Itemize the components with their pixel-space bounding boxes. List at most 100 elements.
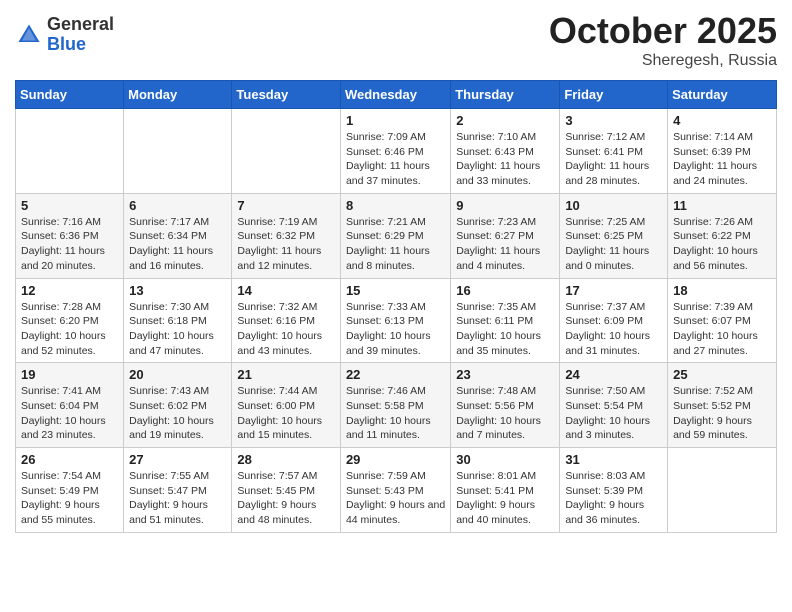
daylight-text: Daylight: 9 hours and 36 minutes. <box>565 499 644 526</box>
day-info: Sunrise: 8:01 AMSunset: 5:41 PMDaylight:… <box>456 469 554 528</box>
sunrise-text: Sunrise: 7:50 AM <box>565 385 645 397</box>
sunset-text: Sunset: 6:18 PM <box>129 315 207 327</box>
calendar-cell: 14 Sunrise: 7:32 AMSunset: 6:16 PMDayligh… <box>232 278 341 363</box>
day-number: 24 <box>565 367 662 382</box>
sunrise-text: Sunrise: 7:46 AM <box>346 385 426 397</box>
day-number: 15 <box>346 283 445 298</box>
sunrise-text: Sunrise: 7:14 AM <box>673 131 753 143</box>
sunset-text: Sunset: 6:46 PM <box>346 146 424 158</box>
sunrise-text: Sunrise: 7:55 AM <box>129 470 209 482</box>
sunrise-text: Sunrise: 7:57 AM <box>237 470 317 482</box>
calendar-week-row: 5Sunrise: 7:16 AMSunset: 6:36 PMDaylight… <box>16 193 777 278</box>
day-number: 4 <box>673 113 771 128</box>
col-thursday: Thursday <box>451 81 560 109</box>
day-info: Sunrise: 7:28 AMSunset: 6:20 PMDaylight:… <box>21 300 118 359</box>
day-info: Sunrise: 7:21 AMSunset: 6:29 PMDaylight:… <box>346 215 445 274</box>
day-number: 27 <box>129 452 226 467</box>
calendar-cell: 5Sunrise: 7:16 AMSunset: 6:36 PMDaylight… <box>16 193 124 278</box>
calendar-cell: 1Sunrise: 7:09 AMSunset: 6:46 PMDaylight… <box>340 109 450 194</box>
day-info: Sunrise: 7:30 AMSunset: 6:18 PMDaylight:… <box>129 300 226 359</box>
sunrise-text: Sunrise: 7:10 AM <box>456 131 536 143</box>
sunset-text: Sunset: 5:58 PM <box>346 400 424 412</box>
calendar-header-row: Sunday Monday Tuesday Wednesday Thursday… <box>16 81 777 109</box>
sunrise-text: Sunrise: 7:09 AM <box>346 131 426 143</box>
day-number: 14 <box>237 283 335 298</box>
daylight-text: Daylight: 10 hours and 39 minutes. <box>346 330 431 357</box>
sunset-text: Sunset: 6:07 PM <box>673 315 751 327</box>
sunset-text: Sunset: 6:43 PM <box>456 146 534 158</box>
day-number: 31 <box>565 452 662 467</box>
day-info: Sunrise: 7:35 AMSunset: 6:11 PMDaylight:… <box>456 300 554 359</box>
day-number: 25 <box>673 367 771 382</box>
sunset-text: Sunset: 6:29 PM <box>346 230 424 242</box>
daylight-text: Daylight: 10 hours and 35 minutes. <box>456 330 541 357</box>
daylight-text: Daylight: 10 hours and 31 minutes. <box>565 330 650 357</box>
sunrise-text: Sunrise: 8:03 AM <box>565 470 645 482</box>
sunset-text: Sunset: 6:04 PM <box>21 400 99 412</box>
calendar-cell <box>124 109 232 194</box>
day-info: Sunrise: 7:57 AMSunset: 5:45 PMDaylight:… <box>237 469 335 528</box>
day-number: 22 <box>346 367 445 382</box>
day-number: 17 <box>565 283 662 298</box>
sunset-text: Sunset: 6:09 PM <box>565 315 643 327</box>
daylight-text: Daylight: 9 hours and 55 minutes. <box>21 499 100 526</box>
calendar-cell: 4 Sunrise: 7:14 AM Sunset: 6:39 PM Daylight… <box>668 109 777 194</box>
calendar-cell: 12Sunrise: 7:28 AMSunset: 6:20 PMDayligh… <box>16 278 124 363</box>
day-info: Sunrise: 7:12 AMSunset: 6:41 PMDaylight:… <box>565 130 662 189</box>
month-title: October 2025 <box>549 10 777 52</box>
calendar-cell: 24Sunrise: 7:50 AMSunset: 5:54 PMDayligh… <box>560 363 668 448</box>
day-number: 13 <box>129 283 226 298</box>
daylight-text: Daylight: 10 hours and 19 minutes. <box>129 415 214 442</box>
daylight-text: Daylight: 11 hours and 12 minutes. <box>237 245 321 272</box>
calendar-cell: 22 Sunrise: 7:46 AM Sunset: 5:58 PM Dayligh… <box>340 363 450 448</box>
sunrise-text: Sunrise: 7:30 AM <box>129 301 209 313</box>
sunrise-text: Sunrise: 7:23 AM <box>456 216 536 228</box>
calendar-week-row: 26Sunrise: 7:54 AMSunset: 5:49 PMDayligh… <box>16 448 777 533</box>
day-number: 28 <box>237 452 335 467</box>
day-info: Sunrise: 7:09 AMSunset: 6:46 PMDaylight:… <box>346 130 445 189</box>
daylight-text: Daylight: 11 hours and 4 minutes. <box>456 245 540 272</box>
day-info: Sunrise: 7:54 AMSunset: 5:49 PMDaylight:… <box>21 469 118 528</box>
daylight-text: Daylight: 11 hours and 0 minutes. <box>565 245 649 272</box>
day-number: 3 <box>565 113 662 128</box>
calendar-cell: 7Sunrise: 7:19 AMSunset: 6:32 PMDaylight… <box>232 193 341 278</box>
calendar-cell: 20Sunrise: 7:43 AMSunset: 6:02 PMDayligh… <box>124 363 232 448</box>
sunset-text: Sunset: 5:56 PM <box>456 400 534 412</box>
calendar-week-row: 1Sunrise: 7:09 AMSunset: 6:46 PMDaylight… <box>16 109 777 194</box>
daylight-text: Daylight: 9 hours and 40 minutes. <box>456 499 535 526</box>
day-info: Sunrise: 7:48 AMSunset: 5:56 PMDaylight:… <box>456 384 554 443</box>
sunrise-text: Sunrise: 7:12 AM <box>565 131 645 143</box>
sunset-text: Sunset: 5:43 PM <box>346 485 424 497</box>
day-number: 29 <box>346 452 445 467</box>
sunset-text: Sunset: 5:39 PM <box>565 485 643 497</box>
calendar-cell: 18Sunrise: 7:39 AMSunset: 6:07 PMDayligh… <box>668 278 777 363</box>
daylight-text: Daylight: 9 hours and 51 minutes. <box>129 499 208 526</box>
sunrise-text: Sunrise: 7:48 AM <box>456 385 536 397</box>
sunset-text: Sunset: 6:39 PM <box>673 146 751 158</box>
logo-icon <box>15 21 43 49</box>
sunrise-text: Sunrise: 7:59 AM <box>346 470 426 482</box>
day-info: Sunrise: 7:19 AMSunset: 6:32 PMDaylight:… <box>237 215 335 274</box>
calendar-cell: 16Sunrise: 7:35 AMSunset: 6:11 PMDayligh… <box>451 278 560 363</box>
sunrise-text: Sunrise: 7:25 AM <box>565 216 645 228</box>
logo-general-text: General <box>47 15 114 35</box>
daylight-text: Daylight: 10 hours and 11 minutes. <box>346 415 431 442</box>
daylight-text: Daylight: 9 hours and 48 minutes. <box>237 499 316 526</box>
day-info: Sunrise: 7:44 AMSunset: 6:00 PMDaylight:… <box>237 384 335 443</box>
sunset-text: Sunset: 6:22 PM <box>673 230 751 242</box>
sunset-text: Sunset: 6:36 PM <box>21 230 99 242</box>
calendar-cell: 26Sunrise: 7:54 AMSunset: 5:49 PMDayligh… <box>16 448 124 533</box>
sunset-text: Sunset: 6:00 PM <box>237 400 315 412</box>
sunrise-text: Sunrise: 7:35 AM <box>456 301 536 313</box>
day-number: 18 <box>673 283 771 298</box>
sunrise-text: Sunrise: 7:17 AM <box>129 216 209 228</box>
day-info: Sunrise: 7:32 AMSunset: 6:16 PMDaylight:… <box>237 300 335 359</box>
day-number: 30 <box>456 452 554 467</box>
daylight-text: Daylight: 10 hours and 56 minutes. <box>673 245 758 272</box>
location-title: Sheregesh, Russia <box>549 52 777 70</box>
daylight-text: Daylight: 11 hours and 24 minutes. <box>673 160 757 187</box>
sunset-text: Sunset: 6:13 PM <box>346 315 424 327</box>
daylight-text: Daylight: 10 hours and 3 minutes. <box>565 415 650 442</box>
calendar-cell: 29Sunrise: 7:59 AMSunset: 5:43 PMDayligh… <box>340 448 450 533</box>
sunrise-text: Sunrise: 7:28 AM <box>21 301 101 313</box>
